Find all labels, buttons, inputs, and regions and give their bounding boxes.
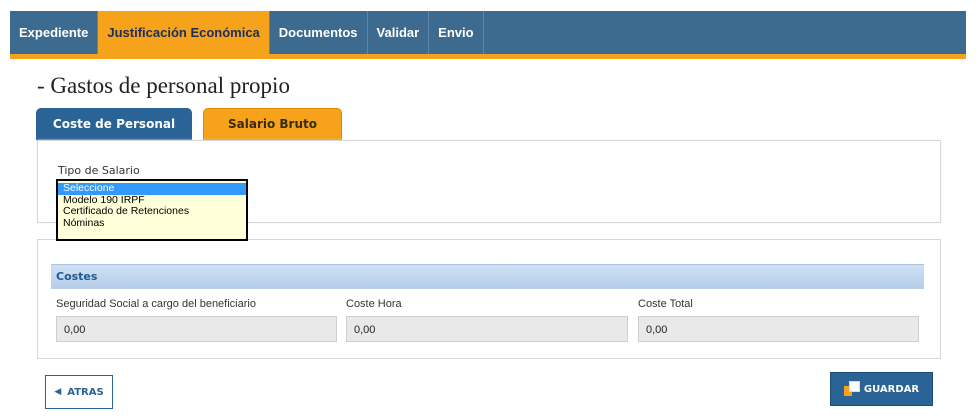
atras-button[interactable]: ◀ ATRAS — [45, 375, 113, 409]
page-title: - Gastos de personal propio — [37, 73, 290, 98]
tab-expediente[interactable]: Expediente — [10, 11, 99, 54]
seguridad-social-label: Seguridad Social a cargo del beneficiari… — [56, 298, 256, 310]
tab-justificacion-economica[interactable]: Justificación Económica — [98, 11, 270, 54]
tipo-salario-label: Tipo de Salario — [58, 164, 140, 177]
costes-title: Costes — [56, 270, 98, 283]
tab-envio[interactable]: Envio — [429, 11, 484, 54]
atras-label: ATRAS — [67, 386, 104, 398]
tab-documentos[interactable]: Documentos — [270, 11, 368, 54]
coste-total-field: 0,00 — [638, 316, 919, 342]
option-seleccione[interactable]: Seleccione — [58, 182, 246, 195]
tab-coste-de-personal[interactable]: Coste de Personal — [36, 108, 192, 140]
nav-accent-line — [10, 54, 966, 59]
tipo-salario-dropdown[interactable]: Seleccione Modelo 190 IRPF Certificado d… — [56, 179, 248, 241]
coste-hora-field: 0,00 — [346, 316, 628, 342]
option-certificado-retenciones[interactable]: Certificado de Retenciones — [58, 205, 246, 218]
save-icon — [843, 381, 860, 397]
guardar-label: GUARDAR — [863, 383, 920, 395]
chevron-left-icon: ◀ — [54, 387, 62, 397]
costes-panel: Costes Seguridad Social a cargo del bene… — [37, 239, 941, 359]
coste-total-label: Coste Total — [638, 298, 693, 310]
seguridad-social-field: 0,00 — [56, 316, 337, 342]
tab-validar[interactable]: Validar — [368, 11, 430, 54]
coste-hora-label: Coste Hora — [346, 298, 402, 310]
option-nominas[interactable]: Nóminas — [58, 217, 246, 230]
costes-header: Costes — [51, 264, 924, 289]
top-nav: Expediente Justificación Económica Docum… — [10, 11, 966, 54]
tab-salario-bruto[interactable]: Salario Bruto — [203, 108, 342, 140]
guardar-button[interactable]: GUARDAR — [830, 372, 933, 406]
